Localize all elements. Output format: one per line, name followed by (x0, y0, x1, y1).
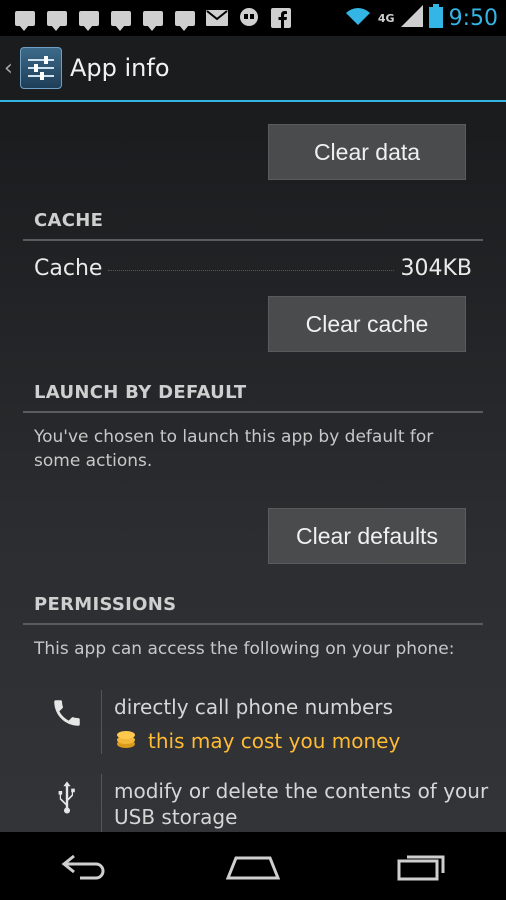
permission-separator (101, 690, 102, 754)
home-icon[interactable] (223, 846, 283, 886)
status-bar: 4G 9:50 (0, 0, 506, 36)
permission-usb-text: modify or delete the contents of your US… (114, 779, 489, 829)
permission-warning: this may cost you money (114, 726, 400, 755)
clear-cache-button[interactable]: Clear cache (268, 296, 466, 352)
status-indicators: 4G 9:50 (344, 0, 498, 36)
clear-data-button[interactable]: Clear data (268, 124, 466, 180)
chat-icon (12, 7, 38, 31)
permission-separator (101, 774, 102, 832)
wifi-icon (344, 5, 372, 31)
chat-icon (172, 7, 198, 31)
chat-icon (76, 7, 102, 31)
recent-apps-icon[interactable] (392, 846, 452, 886)
launch-description: You've chosen to launch this app by defa… (34, 427, 434, 471)
cache-label: Cache (34, 256, 103, 281)
up-caret-icon[interactable]: ‹ (4, 56, 16, 81)
coins-icon (114, 726, 138, 755)
cache-row: Cache 304KB (34, 256, 472, 281)
settings-app-icon[interactable] (20, 47, 62, 89)
battery-icon (428, 4, 443, 32)
navigation-bar (0, 832, 506, 900)
usb-icon (48, 778, 86, 816)
app-info-content[interactable]: Clear data CACHE Cache 304KB Clear cache… (0, 102, 506, 832)
permissions-intro: This app can access the following on you… (34, 639, 455, 659)
chat-icon (140, 7, 166, 31)
permissions-divider (23, 623, 483, 625)
action-bar: ‹ App info (0, 36, 506, 100)
cache-header: CACHE (34, 210, 104, 231)
signal-icon (400, 5, 423, 31)
permission-warning-text: this may cost you money (148, 728, 401, 753)
back-icon[interactable] (54, 846, 114, 886)
phone-icon (48, 694, 86, 732)
chat-icon (44, 7, 70, 31)
cache-divider (23, 239, 483, 241)
chat-icon (108, 7, 134, 31)
page-title: App info (70, 54, 170, 82)
launch-divider (23, 411, 483, 413)
permissions-header: PERMISSIONS (34, 594, 177, 615)
network-type: 4G (377, 11, 395, 25)
launch-default-header: LAUNCH BY DEFAULT (34, 382, 247, 403)
clock: 9:50 (448, 5, 498, 31)
cache-dots (108, 270, 395, 271)
cache-value: 304KB (400, 256, 472, 281)
notification-icons (12, 7, 294, 31)
gmail-icon (204, 7, 230, 29)
permission-call-text: directly call phone numbers (114, 695, 394, 719)
facebook-icon (268, 7, 294, 29)
clear-defaults-button[interactable]: Clear defaults (268, 508, 466, 564)
hangouts-icon (236, 7, 262, 29)
